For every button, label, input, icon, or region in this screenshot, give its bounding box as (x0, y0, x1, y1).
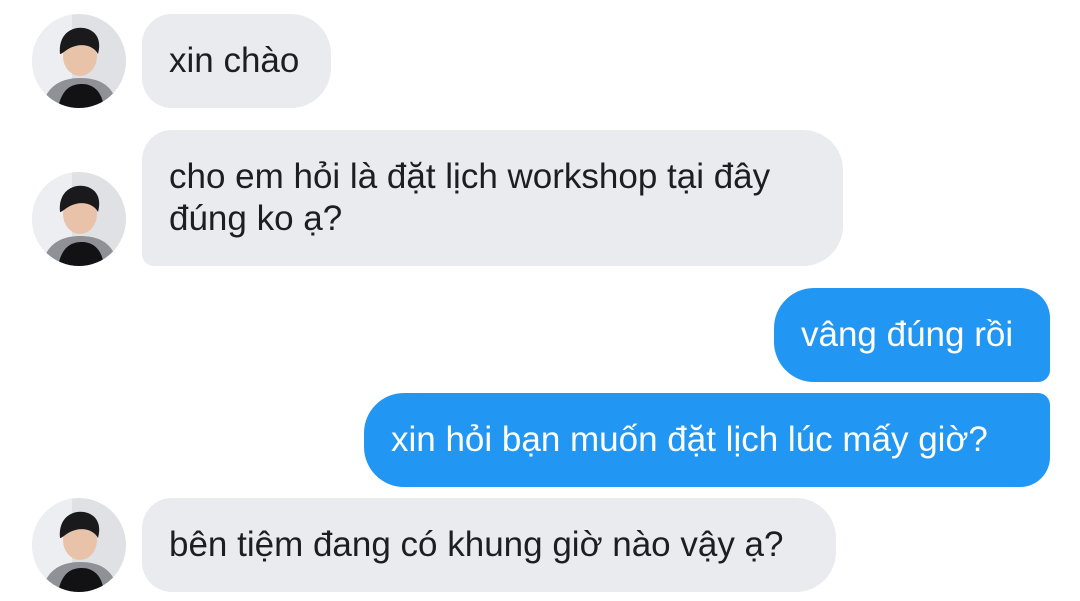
conversation-thread: xin chào cho em hỏi là đặt lịch workshop… (0, 0, 1080, 601)
sender-avatar[interactable] (32, 498, 126, 592)
sender-avatar[interactable] (32, 14, 126, 108)
message-bubble-incoming[interactable]: xin chào (142, 14, 331, 108)
avatar-photo-icon (32, 498, 126, 592)
message-text-line: đúng ko ạ? (169, 199, 343, 238)
message-bubble-outgoing[interactable]: vâng đúng rồi (774, 288, 1050, 382)
avatar-photo-icon (32, 172, 126, 266)
message-bubble-incoming[interactable]: cho em hỏi là đặt lịch workshop tại đây … (142, 130, 843, 266)
message-bubble-outgoing[interactable]: xin hỏi bạn muốn đặt lịch lúc mấy giờ? (364, 393, 1050, 487)
message-text: bên tiệm đang có khung giờ nào vậy ạ? (169, 525, 784, 564)
message-text: xin hỏi bạn muốn đặt lịch lúc mấy giờ? (391, 420, 988, 459)
message-text: vâng đúng rồi (801, 315, 1014, 354)
avatar-photo-icon (32, 14, 126, 108)
sender-avatar[interactable] (32, 172, 126, 266)
message-bubble-incoming[interactable]: bên tiệm đang có khung giờ nào vậy ạ? (142, 498, 836, 592)
message-text: xin chào (169, 41, 300, 80)
message-text-line: cho em hỏi là đặt lịch workshop tại đây (169, 157, 771, 196)
